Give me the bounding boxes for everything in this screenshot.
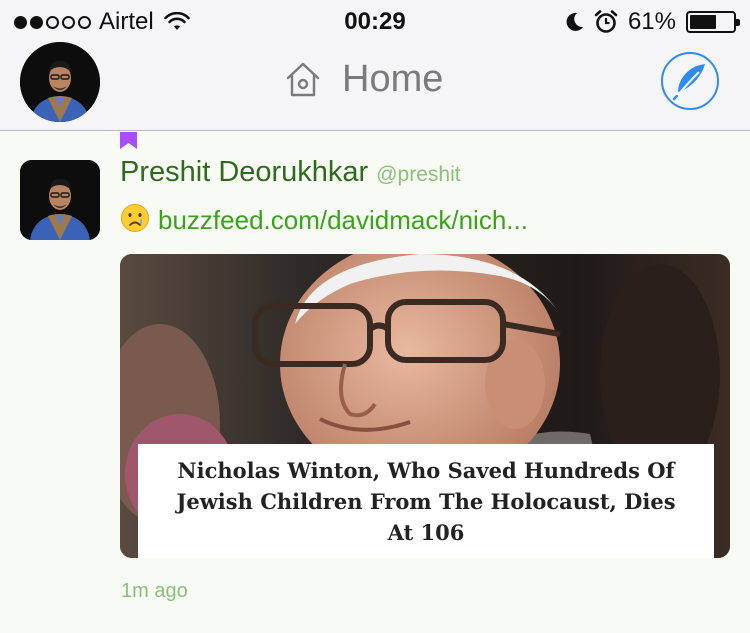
feather-icon	[672, 64, 705, 101]
link-preview-card[interactable]: Nicholas Winton, Who Saved Hundreds Of J…	[120, 254, 730, 558]
nav-bar: Home	[0, 40, 750, 131]
nav-title-group: Home	[284, 58, 443, 101]
headline-box: Nicholas Winton, Who Saved Hundreds Of J…	[138, 444, 714, 558]
compose-button[interactable]	[661, 52, 719, 110]
author-name[interactable]: Preshit Deorukhkar	[120, 156, 368, 189]
tweet-text: buzzfeed.com/davidmack/nich...	[120, 203, 528, 237]
signal-dot	[14, 15, 27, 29]
moon-icon	[566, 12, 583, 31]
signal-dot	[30, 15, 43, 29]
article-headline: Nicholas Winton, Who Saved Hundreds Of J…	[176, 457, 676, 545]
avatar-image	[20, 160, 100, 240]
signal-dot	[46, 15, 59, 29]
tweet-author-row: Preshit Deorukhkar @preshit	[120, 156, 461, 189]
status-right: 61%	[564, 8, 740, 36]
status-bar: Airtel 00:29 61%	[0, 0, 750, 40]
profile-avatar[interactable]	[20, 42, 100, 122]
author-handle[interactable]: @preshit	[376, 163, 460, 187]
battery-icon	[686, 11, 740, 33]
bookmark-marker-icon	[120, 132, 137, 149]
signal-strength-icon	[14, 15, 91, 29]
signal-dot	[62, 15, 75, 29]
signal-dot	[78, 15, 91, 29]
crying-face-emoji	[120, 203, 150, 237]
battery-fill	[690, 15, 716, 29]
avatar-image	[20, 42, 100, 122]
alarm-icon	[594, 10, 618, 33]
carrier-name: Airtel	[99, 8, 154, 35]
tweet-author-avatar[interactable]	[20, 160, 100, 240]
page-title: Home	[342, 58, 444, 100]
battery-percent: 61%	[627, 8, 676, 35]
crying-face-icon	[121, 204, 149, 232]
home-icon	[286, 62, 320, 96]
status-left: Airtel	[14, 8, 190, 36]
tweet-link[interactable]: buzzfeed.com/davidmack/nich...	[158, 205, 528, 236]
wifi-icon	[163, 12, 190, 30]
tweet-timestamp: 1m ago	[121, 580, 188, 602]
